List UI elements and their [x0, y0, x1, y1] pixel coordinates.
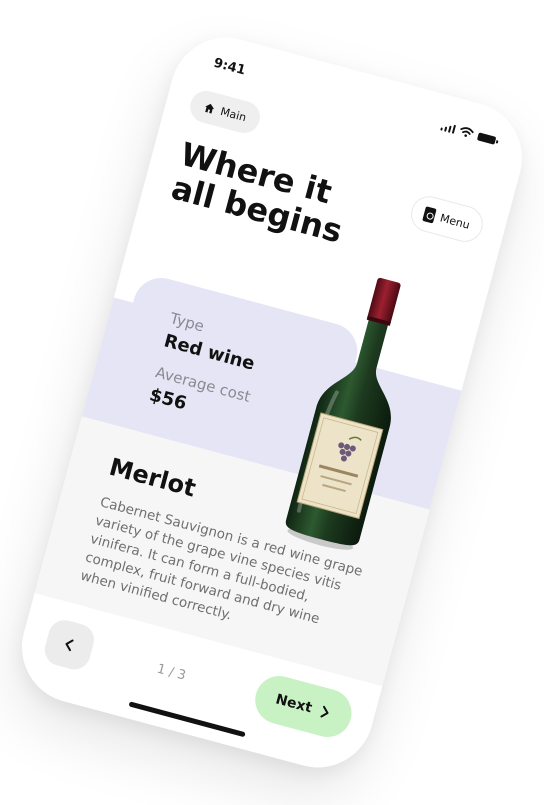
cost-value: $56 — [147, 384, 189, 415]
home-icon — [205, 103, 215, 114]
status-time: 9:41 — [211, 55, 248, 79]
battery-icon — [476, 132, 497, 145]
home-indicator — [128, 701, 246, 738]
stage: 9:41 Main Menu Where it all begins Type … — [0, 0, 544, 805]
page-indicator: 1 / 3 — [155, 661, 188, 684]
signal-icon — [439, 120, 457, 134]
menu-doc-icon — [422, 205, 437, 223]
page-title: Where it all begins — [167, 135, 360, 251]
menu-button-label: Menu — [438, 211, 472, 232]
status-icons — [439, 120, 497, 145]
back-button[interactable] — [41, 616, 98, 673]
menu-button[interactable]: Menu — [406, 192, 487, 246]
chevron-left-icon — [65, 639, 74, 652]
chevron-right-icon — [320, 705, 329, 718]
next-button-label: Next — [273, 691, 314, 717]
main-button[interactable]: Main — [186, 87, 264, 137]
next-button[interactable]: Next — [249, 670, 357, 743]
wifi-icon — [460, 127, 474, 137]
phone-screen: 9:41 Main Menu Where it all begins Type … — [9, 25, 535, 780]
main-button-label: Main — [219, 104, 248, 124]
